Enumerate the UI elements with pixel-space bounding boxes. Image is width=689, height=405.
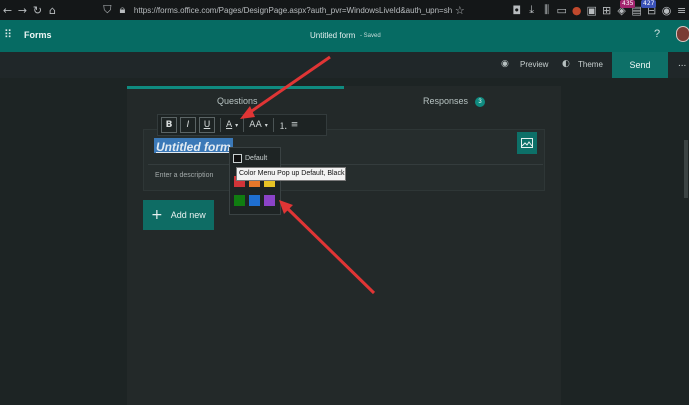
arrow-to-swatches (279, 200, 376, 295)
arrow-to-font-color (240, 55, 331, 119)
annotation-overlay (240, 55, 376, 295)
